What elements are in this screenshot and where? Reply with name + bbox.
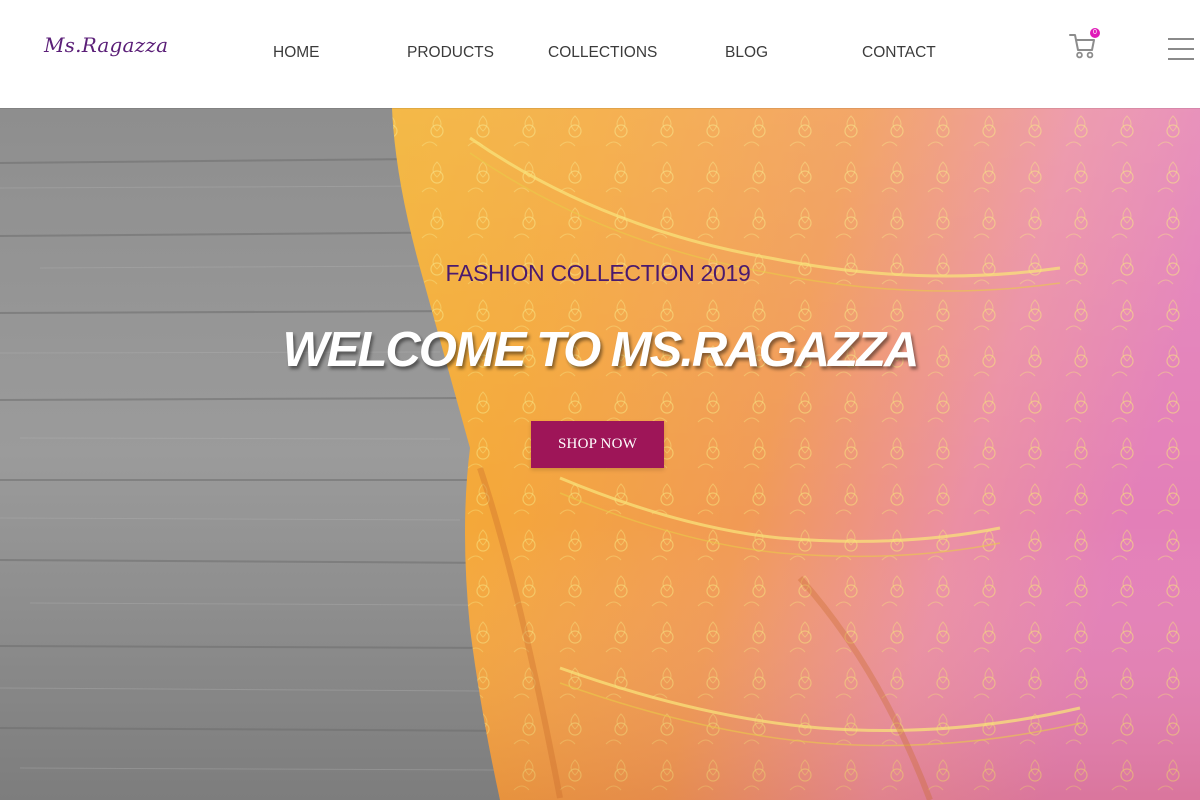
site-header: Ms.Ragazza HOME PRODUCTS COLLECTIONS BLO… (0, 0, 1200, 108)
shop-now-button[interactable]: SHOP NOW (531, 421, 664, 468)
nav-link-contact[interactable]: CONTACT (862, 44, 936, 62)
hero-title: WELCOME TO MS.RAGAZZA (282, 323, 920, 377)
hamburger-menu-icon (1168, 38, 1194, 40)
nav-link-home[interactable]: HOME (273, 44, 320, 62)
cart-count-badge: 0 (1090, 28, 1100, 38)
hero-banner: FASHION COLLECTION 2019 WELCOME TO MS.RA… (0, 108, 1200, 800)
nav-link-blog[interactable]: BLOG (725, 44, 768, 62)
nav-link-products[interactable]: PRODUCTS (407, 44, 494, 62)
hamburger-menu-button[interactable] (1168, 36, 1194, 62)
hero-subtitle: FASHION COLLECTION 2019 (445, 260, 751, 286)
brand-logo[interactable]: Ms.Ragazza (44, 33, 168, 57)
nav-link-collections[interactable]: COLLECTIONS (548, 44, 657, 62)
cart-button[interactable]: 0 (1068, 28, 1102, 62)
